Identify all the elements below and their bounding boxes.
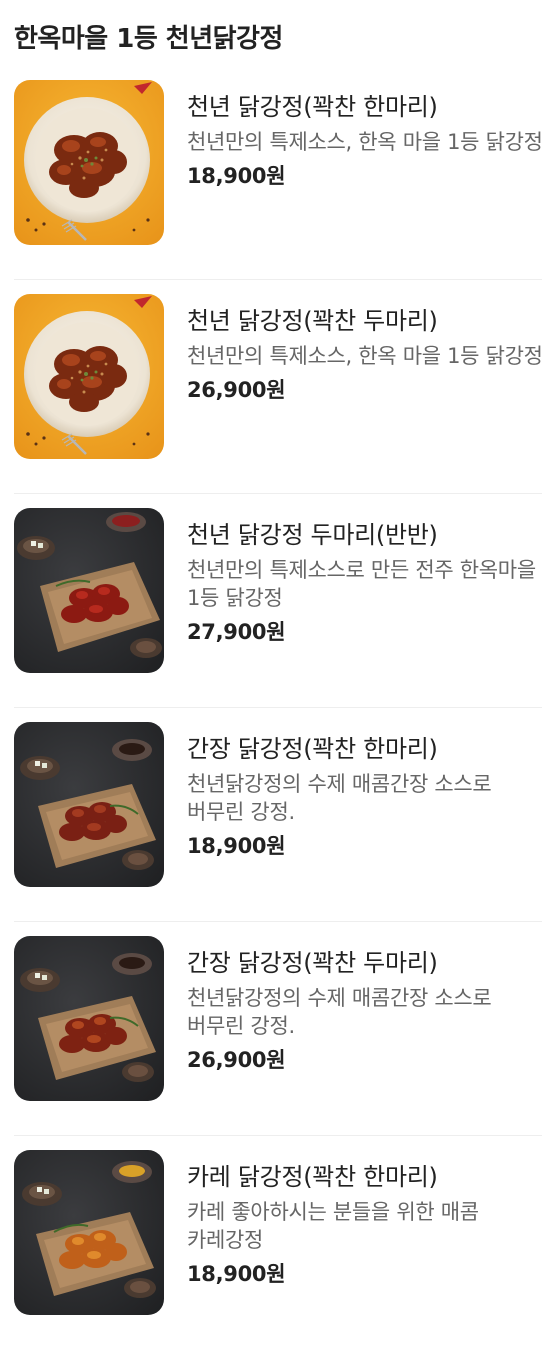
section-title: 한옥마을 1등 천년닭강정 xyxy=(14,24,283,54)
menu-item-info: 천년 닭강정(꽉찬 두마리) 천년만의 특제소스, 한옥 마을 1등 닭강정 2… xyxy=(187,306,545,403)
menu-item-description: 천년만의 특제소스, 한옥 마을 1등 닭강정 xyxy=(187,344,543,368)
menu-item-info: 간장 닭강정(꽉찬 두마리) 천년닭강정의 수제 매콤간장 소스로 버무린 강정… xyxy=(187,948,545,1073)
menu-item-info: 천년 닭강정(꽉찬 한마리) 천년만의 특제소스, 한옥 마을 1등 닭강정 1… xyxy=(187,92,545,189)
menu-item-description: 천년닭강정의 수제 매콤간장 소스로 버무린 강정. xyxy=(187,986,492,1038)
menu-item-photo xyxy=(14,80,164,245)
menu-item-description: 천년만의 특제소스, 한옥 마을 1등 닭강정 xyxy=(187,130,543,154)
menu-item-description: 천년닭강정의 수제 매콤간장 소스로 버무린 강정. xyxy=(187,772,492,824)
menu-item-name: 간장 닭강정(꽉찬 두마리) xyxy=(187,949,438,977)
menu-item-name: 천년 닭강정(꽉찬 한마리) xyxy=(187,93,438,121)
menu-item-info: 카레 닭강정(꽉찬 한마리) 카레 좋아하시는 분들을 위한 매콤 카레강정 1… xyxy=(187,1162,545,1287)
menu-item[interactable]: 간장 닭강정(꽉찬 두마리) 천년닭강정의 수제 매콤간장 소스로 버무린 강정… xyxy=(0,922,550,1136)
menu-item[interactable]: 천년 닭강정 두마리(반반) 천년만의 특제소스로 만든 전주 한옥마을 1등 … xyxy=(0,494,550,708)
menu-list: 천년 닭강정(꽉찬 한마리) 천년만의 특제소스, 한옥 마을 1등 닭강정 1… xyxy=(0,66,550,1350)
menu-item-photo xyxy=(14,722,164,887)
menu-item-photo xyxy=(14,508,164,673)
menu-item-name: 간장 닭강정(꽉찬 한마리) xyxy=(187,735,438,763)
menu-item[interactable]: 천년 닭강정(꽉찬 한마리) 천년만의 특제소스, 한옥 마을 1등 닭강정 1… xyxy=(0,66,550,280)
menu-item-photo xyxy=(14,1150,164,1315)
menu-item-price: 26,900원 xyxy=(187,378,286,402)
menu-item-info: 간장 닭강정(꽉찬 한마리) 천년닭강정의 수제 매콤간장 소스로 버무린 강정… xyxy=(187,734,545,859)
menu-item-price: 18,900원 xyxy=(187,164,286,188)
menu-item-photo xyxy=(14,936,164,1101)
menu-item-price: 18,900원 xyxy=(187,1262,286,1286)
menu-item-name: 카레 닭강정(꽉찬 한마리) xyxy=(187,1163,438,1191)
menu-item-price: 18,900원 xyxy=(187,834,286,858)
menu-item[interactable]: 천년 닭강정(꽉찬 두마리) 천년만의 특제소스, 한옥 마을 1등 닭강정 2… xyxy=(0,280,550,494)
menu-item-price: 27,900원 xyxy=(187,620,286,644)
menu-page: 한옥마을 1등 천년닭강정 천년 닭강정(꽉찬 한마리) 천년만의 특제소스, … xyxy=(0,0,550,1334)
menu-item-name: 천년 닭강정 두마리(반반) xyxy=(187,521,438,549)
menu-item-description: 천년만의 특제소스로 만든 전주 한옥마을 1등 닭강정 xyxy=(187,558,536,610)
menu-item-price: 26,900원 xyxy=(187,1048,286,1072)
menu-item-photo xyxy=(14,294,164,459)
menu-item-info: 천년 닭강정 두마리(반반) 천년만의 특제소스로 만든 전주 한옥마을 1등 … xyxy=(187,520,545,645)
menu-item[interactable]: 간장 닭강정(꽉찬 한마리) 천년닭강정의 수제 매콤간장 소스로 버무린 강정… xyxy=(0,708,550,922)
menu-item[interactable]: 카레 닭강정(꽉찬 한마리) 카레 좋아하시는 분들을 위한 매콤 카레강정 1… xyxy=(0,1136,550,1350)
menu-item-name: 천년 닭강정(꽉찬 두마리) xyxy=(187,307,438,335)
menu-item-description: 카레 좋아하시는 분들을 위한 매콤 카레강정 xyxy=(187,1200,479,1252)
